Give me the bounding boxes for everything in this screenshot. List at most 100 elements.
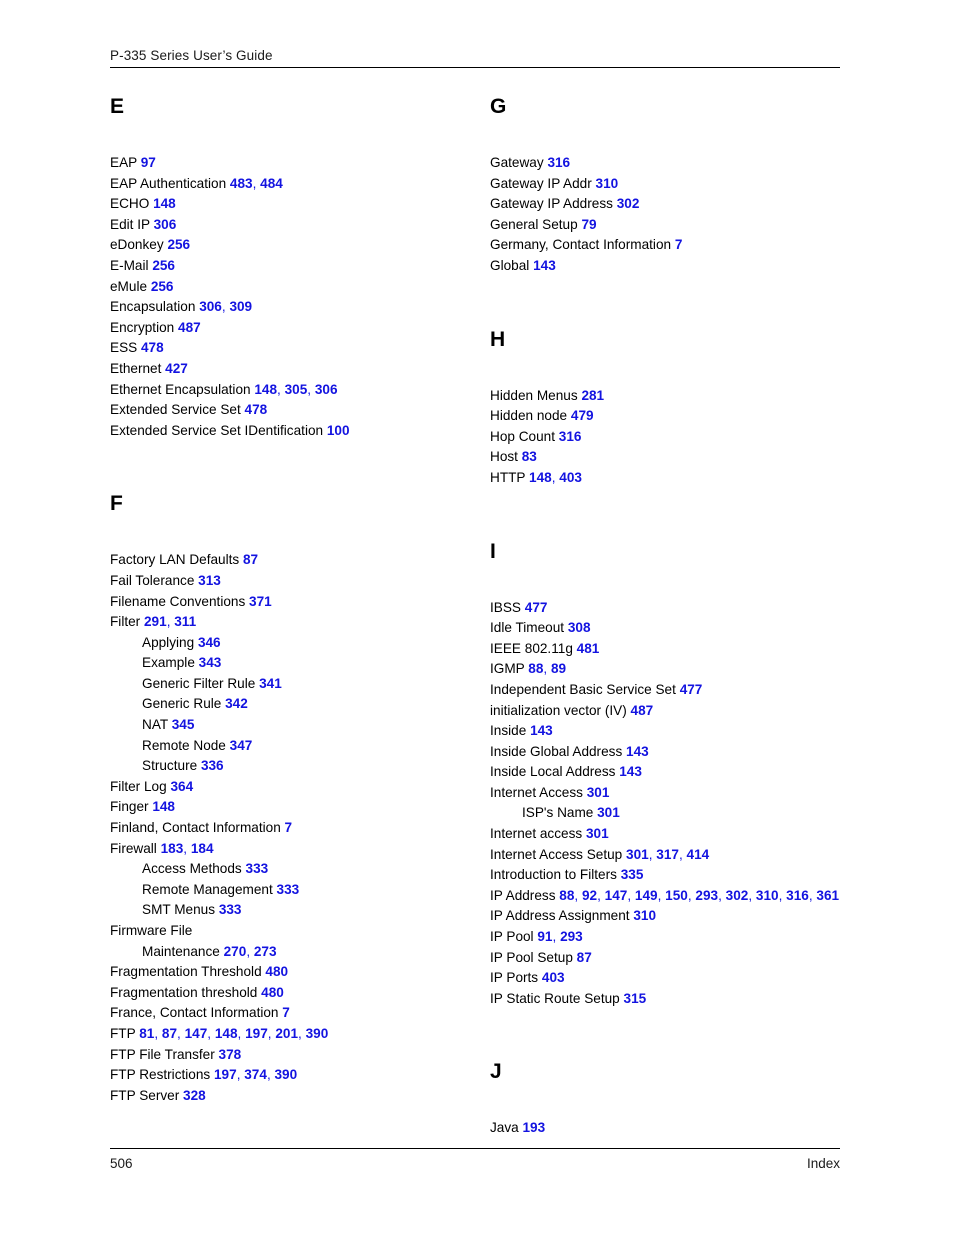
- index-page-number[interactable]: 88: [528, 661, 543, 676]
- index-page-number[interactable]: 148: [152, 799, 175, 814]
- index-page-number[interactable]: 88: [559, 888, 574, 903]
- index-page-number[interactable]: 328: [183, 1088, 206, 1103]
- index-page-number[interactable]: 336: [201, 758, 224, 773]
- index-page-number[interactable]: 333: [246, 861, 269, 876]
- index-page-number[interactable]: 302: [726, 888, 749, 903]
- index-page-number[interactable]: 293: [695, 888, 718, 903]
- index-page-number[interactable]: 306: [154, 217, 177, 232]
- index-page-number[interactable]: 7: [285, 820, 293, 835]
- index-page-number[interactable]: 87: [577, 950, 592, 965]
- index-page-number[interactable]: 143: [533, 258, 556, 273]
- index-page-number[interactable]: 197: [214, 1067, 237, 1082]
- index-page-number[interactable]: 480: [265, 964, 288, 979]
- index-page-number[interactable]: 310: [633, 908, 656, 923]
- index-page-number[interactable]: 479: [571, 408, 594, 423]
- index-page-number[interactable]: 403: [559, 470, 582, 485]
- index-page-number[interactable]: 148: [153, 196, 176, 211]
- index-page-number[interactable]: 316: [786, 888, 809, 903]
- index-page-number[interactable]: 148: [529, 470, 552, 485]
- index-page-number[interactable]: 100: [327, 423, 350, 438]
- index-page-number[interactable]: 390: [275, 1067, 298, 1082]
- index-page-number[interactable]: 346: [198, 635, 221, 650]
- index-page-number[interactable]: 306: [315, 382, 338, 397]
- index-page-number[interactable]: 91: [537, 929, 552, 944]
- index-page-number[interactable]: 343: [199, 655, 222, 670]
- index-page-number[interactable]: 81: [139, 1026, 154, 1041]
- index-page-number[interactable]: 87: [243, 552, 258, 567]
- index-page-number[interactable]: 302: [617, 196, 640, 211]
- index-page-number[interactable]: 193: [523, 1120, 546, 1135]
- index-page-number[interactable]: 7: [675, 237, 683, 252]
- index-page-number[interactable]: 414: [687, 847, 710, 862]
- index-page-number[interactable]: 487: [631, 703, 654, 718]
- index-page-number[interactable]: 361: [816, 888, 839, 903]
- index-page-number[interactable]: 293: [560, 929, 583, 944]
- index-page-number[interactable]: 256: [167, 237, 190, 252]
- index-page-number[interactable]: 364: [170, 779, 193, 794]
- index-page-number[interactable]: 301: [597, 805, 620, 820]
- index-page-number[interactable]: 309: [229, 299, 252, 314]
- index-page-number[interactable]: 92: [582, 888, 597, 903]
- index-page-number[interactable]: 310: [596, 176, 619, 191]
- index-page-number[interactable]: 317: [656, 847, 679, 862]
- index-page-number[interactable]: 378: [219, 1047, 242, 1062]
- index-page-number[interactable]: 345: [172, 717, 195, 732]
- index-page-number[interactable]: 310: [756, 888, 779, 903]
- index-page-number[interactable]: 316: [547, 155, 570, 170]
- index-page-number[interactable]: 256: [151, 279, 174, 294]
- index-page-number[interactable]: 7: [282, 1005, 290, 1020]
- index-page-number[interactable]: 311: [174, 614, 196, 629]
- index-page-number[interactable]: 301: [626, 847, 649, 862]
- index-page-number[interactable]: 150: [665, 888, 688, 903]
- index-page-number[interactable]: 427: [165, 361, 188, 376]
- index-page-number[interactable]: 306: [199, 299, 222, 314]
- index-page-number[interactable]: 308: [568, 620, 591, 635]
- index-page-number[interactable]: 390: [306, 1026, 329, 1041]
- index-page-number[interactable]: 333: [219, 902, 242, 917]
- index-page-number[interactable]: 184: [191, 841, 214, 856]
- index-page-number[interactable]: 143: [626, 744, 649, 759]
- index-page-number[interactable]: 341: [259, 676, 282, 691]
- index-page-number[interactable]: 478: [141, 340, 164, 355]
- index-page-number[interactable]: 83: [522, 449, 537, 464]
- index-page-number[interactable]: 335: [621, 867, 644, 882]
- index-page-number[interactable]: 148: [254, 382, 277, 397]
- index-page-number[interactable]: 149: [635, 888, 658, 903]
- index-page-number[interactable]: 478: [245, 402, 268, 417]
- index-page-number[interactable]: 316: [559, 429, 582, 444]
- index-page-number[interactable]: 97: [141, 155, 156, 170]
- index-page-number[interactable]: 374: [244, 1067, 267, 1082]
- index-page-number[interactable]: 270: [224, 944, 247, 959]
- index-page-number[interactable]: 315: [624, 991, 647, 1006]
- index-page-number[interactable]: 143: [530, 723, 553, 738]
- index-page-number[interactable]: 347: [230, 738, 253, 753]
- index-page-number[interactable]: 483: [230, 176, 253, 191]
- index-page-number[interactable]: 301: [586, 826, 609, 841]
- index-page-number[interactable]: 89: [551, 661, 566, 676]
- index-page-number[interactable]: 477: [680, 682, 703, 697]
- index-page-number[interactable]: 371: [249, 594, 272, 609]
- index-page-number[interactable]: 201: [275, 1026, 298, 1041]
- index-page-number[interactable]: 342: [225, 696, 248, 711]
- index-page-number[interactable]: 148: [215, 1026, 238, 1041]
- index-page-number[interactable]: 147: [185, 1026, 208, 1041]
- index-page-number[interactable]: 197: [245, 1026, 268, 1041]
- index-page-number[interactable]: 480: [261, 985, 284, 1000]
- index-page-number[interactable]: 256: [152, 258, 175, 273]
- index-page-number[interactable]: 403: [542, 970, 565, 985]
- index-page-number[interactable]: 281: [581, 388, 604, 403]
- index-page-number[interactable]: 143: [619, 764, 642, 779]
- index-page-number[interactable]: 305: [285, 382, 308, 397]
- index-page-number[interactable]: 484: [260, 176, 283, 191]
- index-page-number[interactable]: 477: [525, 600, 548, 615]
- index-page-number[interactable]: 79: [581, 217, 596, 232]
- index-page-number[interactable]: 291: [144, 614, 167, 629]
- index-page-number[interactable]: 301: [587, 785, 610, 800]
- index-page-number[interactable]: 313: [198, 573, 221, 588]
- index-page-number[interactable]: 273: [254, 944, 277, 959]
- index-page-number[interactable]: 481: [577, 641, 600, 656]
- index-page-number[interactable]: 147: [605, 888, 628, 903]
- index-page-number[interactable]: 487: [178, 320, 201, 335]
- index-page-number[interactable]: 333: [277, 882, 300, 897]
- index-page-number[interactable]: 183: [161, 841, 184, 856]
